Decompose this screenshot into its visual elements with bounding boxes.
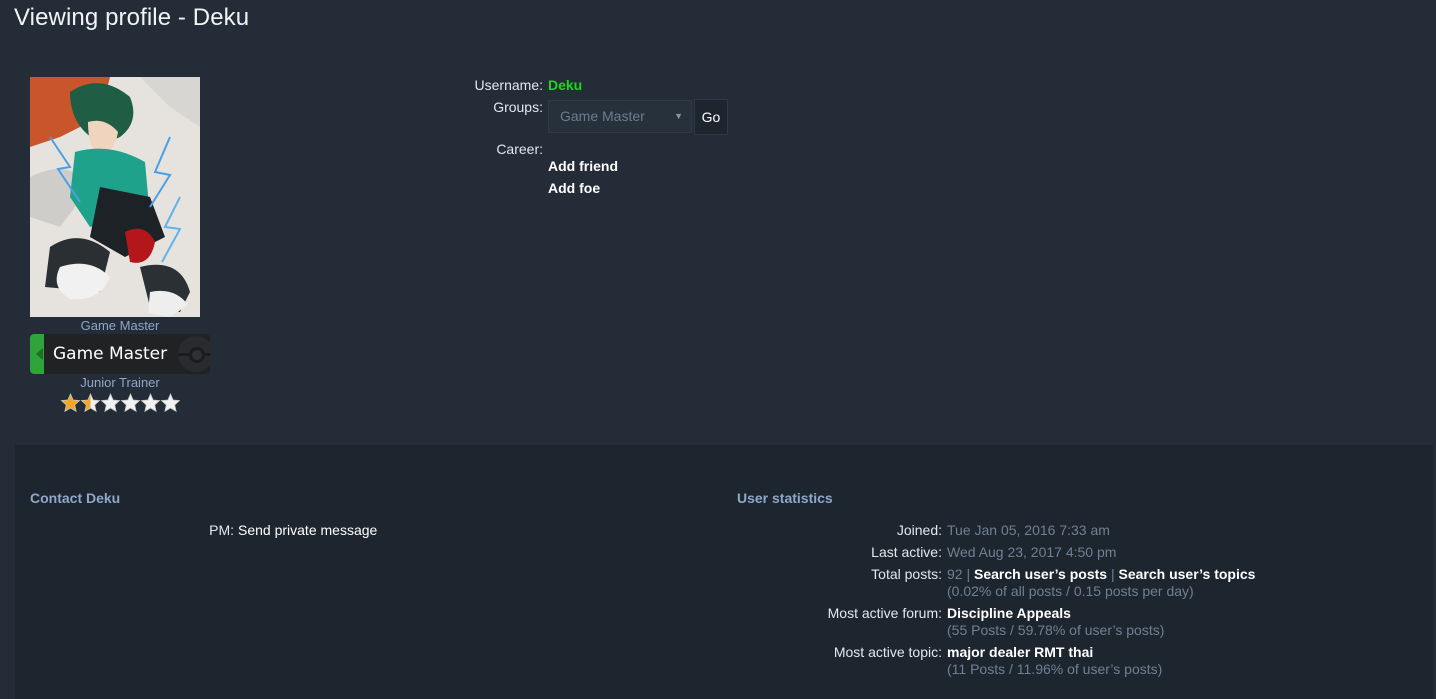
posts-detail: (0.02% of all posts / 0.15 posts per day… — [947, 583, 1194, 599]
star-icon — [60, 393, 81, 413]
pokeball-icon — [178, 336, 210, 372]
search-topics-link[interactable]: Search user’s topics — [1118, 566, 1255, 582]
avatar-illustration — [30, 77, 200, 317]
separator: | — [966, 566, 971, 582]
rank-banner-label: Game Master — [53, 344, 168, 364]
star-icon — [100, 393, 121, 413]
total-posts-label: Total posts: — [871, 566, 942, 582]
send-pm-link[interactable]: Send private message — [238, 522, 377, 538]
groups-label: Groups: — [493, 99, 543, 115]
pm-label: PM: — [209, 522, 234, 538]
active-forum-link[interactable]: Discipline Appeals — [947, 605, 1071, 621]
star-icon — [140, 393, 161, 413]
trainer-rank: Junior Trainer — [80, 375, 160, 390]
contact-heading: Contact Deku — [30, 490, 121, 506]
page-title: Viewing profile - Deku — [14, 4, 250, 31]
add-friend-link[interactable]: Add friend — [548, 158, 618, 174]
rank-stars — [60, 393, 181, 415]
last-active-value: Wed Aug 23, 2017 4:50 pm — [947, 544, 1117, 560]
active-topic-link[interactable]: major dealer RMT thai — [947, 644, 1093, 660]
active-topic-label: Most active topic: — [833, 644, 942, 660]
career-label: Career: — [496, 141, 543, 157]
joined-label: Joined: — [896, 522, 942, 538]
chevron-down-icon: ▼ — [674, 111, 683, 121]
star-icon — [160, 393, 181, 413]
total-posts-value: 92 — [947, 566, 963, 582]
joined-value: Tue Jan 05, 2016 7:33 am — [947, 522, 1110, 538]
active-forum-label: Most active forum: — [827, 605, 942, 621]
star-icon — [80, 393, 101, 413]
active-forum-detail: (55 Posts / 59.78% of user’s posts) — [947, 622, 1165, 638]
rank-banner: Game Master — [30, 334, 210, 374]
username-value[interactable]: Deku — [548, 77, 582, 93]
rank-title: Game Master — [80, 318, 160, 333]
rank-flag-notch — [36, 348, 43, 360]
separator: | — [1110, 566, 1115, 582]
star-icon — [120, 393, 141, 413]
groups-select-value: Game Master — [560, 108, 645, 124]
total-posts-line: 92 | Search user’s posts | Search user’s… — [947, 566, 1255, 582]
groups-select[interactable]: Game Master ▼ — [548, 100, 692, 133]
username-label: Username: — [474, 77, 543, 93]
go-button[interactable]: Go — [694, 99, 728, 135]
last-active-label: Last active: — [871, 544, 942, 560]
avatar — [30, 77, 200, 317]
add-foe-link[interactable]: Add foe — [548, 180, 600, 196]
active-topic-detail: (11 Posts / 11.96% of user’s posts) — [947, 661, 1163, 677]
search-posts-link[interactable]: Search user’s posts — [974, 566, 1107, 582]
stats-heading: User statistics — [737, 490, 833, 506]
